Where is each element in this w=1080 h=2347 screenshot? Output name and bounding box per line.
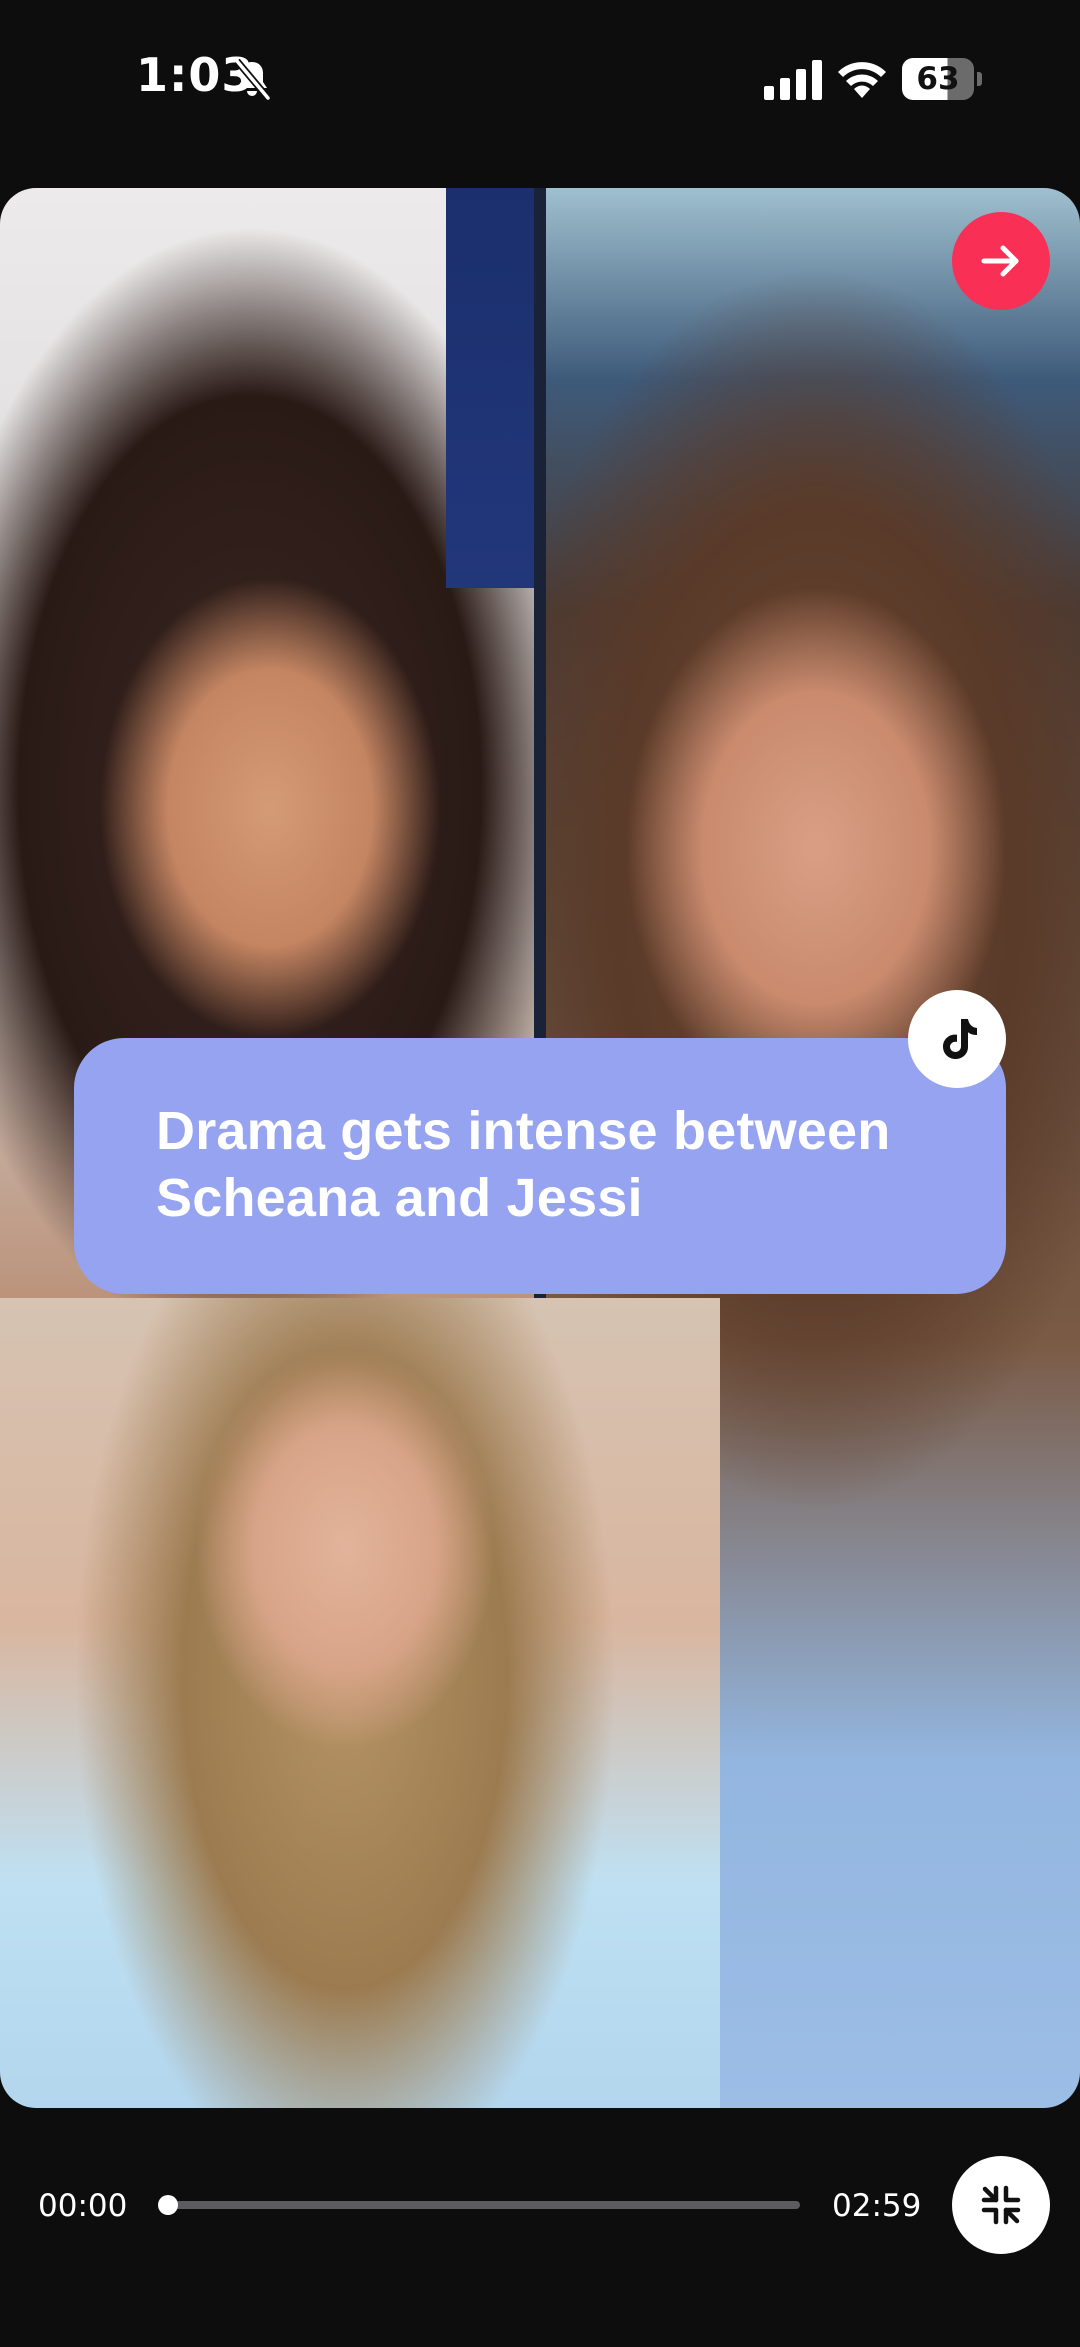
collapse-arrows-icon bbox=[981, 2185, 1021, 2225]
current-time: 00:00 bbox=[38, 2188, 128, 2224]
next-story-button[interactable] bbox=[952, 212, 1050, 310]
photo-bottom bbox=[0, 1298, 720, 2108]
photo-left-backdrop bbox=[446, 188, 534, 588]
story-caption: Drama gets intense between Scheana and J… bbox=[156, 1101, 891, 1228]
seek-bar[interactable] bbox=[158, 2195, 800, 2215]
battery-icon: 63 bbox=[902, 58, 982, 100]
bell-off-icon bbox=[234, 58, 271, 100]
caption-card: Drama gets intense between Scheana and J… bbox=[74, 1038, 1006, 1294]
tiktok-source-badge[interactable] bbox=[908, 990, 1006, 1088]
cellular-signal-icon bbox=[764, 60, 822, 100]
total-time: 02:59 bbox=[832, 2188, 922, 2224]
minimize-player-button[interactable] bbox=[952, 2156, 1050, 2254]
battery-level: 63 bbox=[916, 61, 960, 97]
arrow-right-icon bbox=[981, 245, 1019, 277]
wifi-icon bbox=[838, 62, 886, 98]
seek-bar-thumb[interactable] bbox=[158, 2195, 178, 2215]
status-bar: 1:03 63 bbox=[0, 0, 1080, 160]
tiktok-logo-icon bbox=[943, 1019, 977, 1059]
